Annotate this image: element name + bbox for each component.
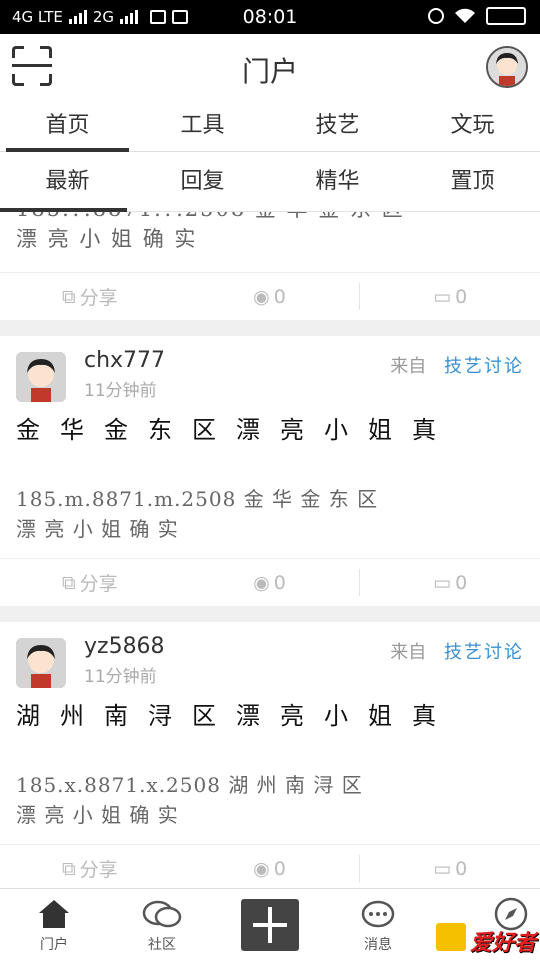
category-link[interactable]: 技艺讨论: [444, 356, 524, 377]
views-count: ◉ 0: [180, 845, 360, 888]
post-title[interactable]: 金华金东区漂亮小姐真: [16, 416, 466, 444]
tab-tools[interactable]: 工具: [135, 100, 270, 151]
post-excerpt: 185.m.8871.m.2508 金 华 金 东 区 漂 亮 小 姐 确 实: [16, 484, 516, 544]
share-button[interactable]: ⧉ 分享: [0, 273, 180, 320]
nav-label: 消息: [364, 937, 392, 953]
post-card[interactable]: yz5868 11分钟前 来自 技艺讨论 湖州南浔区漂亮小姐真 185.x.88…: [0, 622, 540, 888]
comment-icon: ▭: [433, 571, 452, 594]
app-header: 门户: [0, 34, 540, 100]
post-title[interactable]: 湖州南浔区漂亮小姐真: [16, 702, 466, 730]
excerpt-line: 漂 亮 小 姐 确 实: [16, 517, 179, 541]
share-label: 分享: [79, 859, 118, 881]
nav-label: 门户: [40, 937, 68, 953]
nav-post[interactable]: [216, 889, 324, 960]
nav-portal[interactable]: 门户: [0, 889, 108, 960]
status-bar: 4G LTE 2G 08:01: [0, 0, 540, 34]
post-time: 11分钟前: [84, 667, 157, 687]
post-actions: ⧉ 分享 ◉ 0 ▭ 0: [0, 272, 540, 320]
main-tabs: 首页 工具 技艺 文玩: [0, 100, 540, 152]
battery-icon: [486, 7, 526, 25]
tab-skills[interactable]: 技艺: [270, 100, 405, 151]
subtab-replies[interactable]: 回复: [135, 152, 270, 211]
share-label: 分享: [79, 573, 118, 595]
home-icon: [39, 900, 69, 928]
share-label: 分享: [79, 287, 118, 309]
post-excerpt: 185.x.8871.x.2508 湖 州 南 浔 区 漂 亮 小 姐 确 实: [16, 770, 516, 830]
views-count: ◉ 0: [180, 273, 360, 320]
subtab-pinned[interactable]: 置顶: [405, 152, 540, 211]
excerpt-line: 185.x.8871.x.2508 湖 州 南 浔 区: [16, 773, 363, 797]
card-separator: [0, 606, 540, 622]
post-author-name[interactable]: chx777: [84, 348, 165, 373]
share-button[interactable]: ⧉ 分享: [0, 559, 180, 606]
source-label: 来自: [390, 642, 427, 663]
share-icon: ⧉: [62, 571, 76, 594]
nav-discover[interactable]: 爱好者: [432, 889, 540, 960]
watermark-text: 爱好者: [469, 931, 536, 956]
views-value: 0: [273, 857, 286, 880]
excerpt-line: 185.m.8871.m.2508 金 华 金 东 区: [16, 487, 379, 511]
post-card[interactable]: chx777 11分钟前 来自 技艺讨论 金华金东区漂亮小姐真 185.m.88…: [0, 336, 540, 606]
alarm-icon: [428, 8, 444, 24]
share-icon: ⧉: [62, 285, 76, 308]
post-feed[interactable]: 185.?.8871.?.2508 金 华 金 东 区 漂 亮 小 姐 确 实 …: [0, 212, 540, 888]
user-avatar[interactable]: [486, 46, 528, 88]
plus-icon: [241, 899, 299, 951]
excerpt-line: 漂 亮 小 姐 确 实: [16, 803, 179, 827]
eye-icon: ◉: [253, 285, 270, 308]
comments-button[interactable]: ▭ 0: [360, 559, 540, 606]
sub-tabs: 最新 回复 精华 置顶: [0, 152, 540, 212]
subtab-featured[interactable]: 精华: [270, 152, 405, 211]
views-count: ◉ 0: [180, 559, 360, 606]
bottom-nav: 门户 社区 消息 爱好者: [0, 888, 540, 960]
comments-button[interactable]: ▭ 0: [360, 845, 540, 888]
watermark-logo: 爱好者: [432, 923, 540, 956]
eye-icon: ◉: [253, 571, 270, 594]
eye-icon: ◉: [253, 857, 270, 880]
post-excerpt: 漂 亮 小 姐 确 实: [16, 227, 198, 251]
post-author-avatar[interactable]: [16, 638, 66, 688]
comment-icon: ▭: [433, 857, 452, 880]
tab-home[interactable]: 首页: [0, 100, 135, 152]
comments-value: 0: [455, 571, 468, 594]
post-author-name[interactable]: yz5868: [84, 634, 165, 659]
comments-value: 0: [455, 857, 468, 880]
post-source: 来自 技艺讨论: [390, 352, 524, 378]
nav-label: 社区: [148, 937, 176, 953]
comments-value: 0: [455, 285, 468, 308]
post-actions: ⧉ 分享 ◉ 0 ▭ 0: [0, 558, 540, 606]
tab-collectibles[interactable]: 文玩: [405, 100, 540, 151]
wifi-icon: [455, 8, 475, 23]
post-time: 11分钟前: [84, 381, 157, 401]
nav-messages[interactable]: 消息: [324, 889, 432, 960]
source-label: 来自: [390, 356, 427, 377]
post-actions: ⧉ 分享 ◉ 0 ▭ 0: [0, 844, 540, 888]
nav-community[interactable]: 社区: [108, 889, 216, 960]
avatar-image-icon: [488, 48, 526, 86]
comments-button[interactable]: ▭ 0: [360, 273, 540, 320]
comment-icon: ▭: [433, 285, 452, 308]
views-value: 0: [273, 571, 286, 594]
post-author-avatar[interactable]: [16, 352, 66, 402]
watermark-badge-icon: [436, 923, 466, 951]
avatar-image-icon: [16, 638, 66, 688]
share-button[interactable]: ⧉ 分享: [0, 845, 180, 888]
chat-bubbles-icon: [142, 900, 182, 928]
post-source: 来自 技艺讨论: [390, 638, 524, 664]
category-link[interactable]: 技艺讨论: [444, 642, 524, 663]
subtab-latest[interactable]: 最新: [0, 152, 135, 212]
page-title: 门户: [241, 55, 298, 88]
message-icon: [361, 900, 395, 928]
avatar-image-icon: [16, 352, 66, 402]
post-excerpt: 185.?.8871.?.2508 金 华 金 东 区: [0, 212, 540, 224]
views-value: 0: [273, 285, 286, 308]
share-icon: ⧉: [62, 857, 76, 880]
card-separator: [0, 320, 540, 336]
